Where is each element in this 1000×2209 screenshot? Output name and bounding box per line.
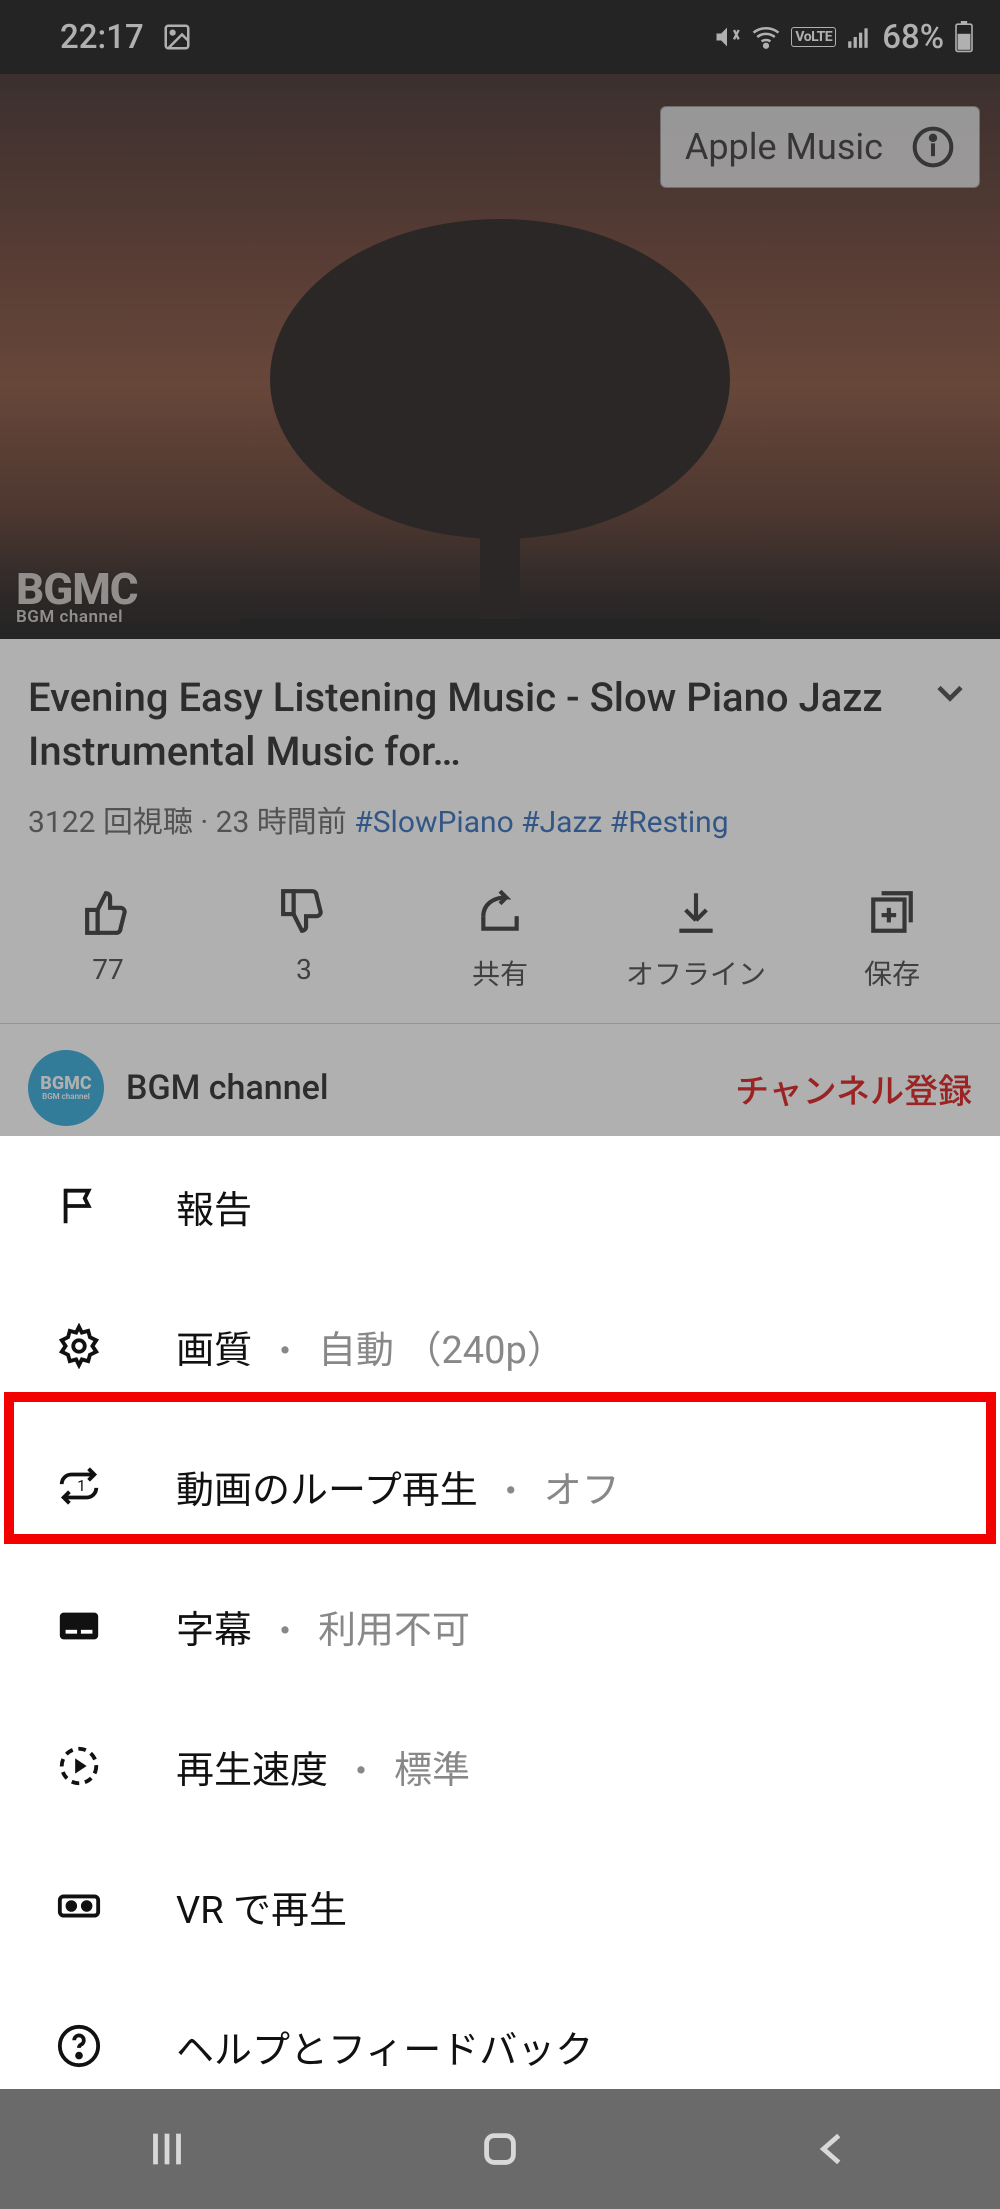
menu-loop[interactable]: 1 動画のループ再生・オフ <box>0 1416 1000 1556</box>
status-bar: 22:17 VoLTE 68% <box>0 0 1000 74</box>
player-options-sheet: 報告 画質・自動 （240p） 1 動画のループ再生・オフ 字幕・利用不可 再生… <box>0 1136 1000 2116</box>
video-player[interactable]: BGMC BGM channel Apple Music <box>0 74 1000 639</box>
subscribe-button[interactable]: チャンネル登録 <box>735 1064 972 1113</box>
nav-home-icon[interactable] <box>477 2126 523 2172</box>
picture-icon <box>162 22 192 52</box>
menu-report[interactable]: 報告 <box>0 1136 1000 1276</box>
nav-recent-icon[interactable] <box>144 2126 190 2172</box>
svg-text:1: 1 <box>77 1477 86 1495</box>
expand-description-button[interactable] <box>928 671 972 719</box>
battery-percent: 68% <box>882 18 944 57</box>
gear-icon <box>56 1323 102 1369</box>
mute-icon <box>713 23 741 51</box>
save-button[interactable]: 保存 <box>817 887 967 993</box>
video-info-block: Evening Easy Listening Music - Slow Pian… <box>0 639 1000 851</box>
channel-avatar[interactable]: BGMC BGM channel <box>28 1050 104 1126</box>
channel-row[interactable]: BGMC BGM channel BGM channel チャンネル登録 <box>0 1024 1000 1126</box>
menu-quality[interactable]: 画質・自動 （240p） <box>0 1276 1000 1416</box>
captions-icon <box>56 1603 102 1649</box>
volte-icon: VoLTE <box>791 27 836 47</box>
wifi-icon <box>751 22 781 52</box>
tree-silhouette <box>240 209 760 639</box>
share-button[interactable]: 共有 <box>425 887 575 993</box>
video-watermark: BGMC BGM channel <box>16 570 138 625</box>
dislike-button[interactable]: 3 <box>229 887 379 993</box>
status-time: 22:17 <box>60 18 144 57</box>
nav-back-icon[interactable] <box>810 2126 856 2172</box>
playback-speed-icon <box>56 1743 102 1789</box>
like-button[interactable]: 77 <box>33 887 183 993</box>
hashtag[interactable]: #Resting <box>610 805 729 840</box>
menu-speed[interactable]: 再生速度・標準 <box>0 1696 1000 1836</box>
flag-icon <box>56 1183 102 1229</box>
battery-icon <box>954 21 974 53</box>
menu-captions[interactable]: 字幕・利用不可 <box>0 1556 1000 1696</box>
hashtag[interactable]: #Jazz <box>521 805 602 840</box>
info-icon <box>911 125 955 169</box>
menu-vr[interactable]: VR で再生 <box>0 1836 1000 1976</box>
apple-music-badge[interactable]: Apple Music <box>660 106 980 188</box>
signal-icon <box>846 24 872 50</box>
action-bar: 77 3 共有 オフライン 保存 <box>0 851 1000 1024</box>
android-nav-bar <box>0 2089 1000 2209</box>
loop-icon: 1 <box>56 1463 102 1509</box>
vr-icon <box>56 1883 102 1929</box>
video-meta: 3122 回視聴 · 23 時間前 #SlowPiano #Jazz #Rest… <box>28 797 972 841</box>
hashtag[interactable]: #SlowPiano <box>354 805 513 840</box>
download-button[interactable]: オフライン <box>621 887 771 993</box>
channel-name[interactable]: BGM channel <box>126 1068 713 1108</box>
help-icon <box>56 2023 102 2069</box>
video-title[interactable]: Evening Easy Listening Music - Slow Pian… <box>28 671 908 779</box>
apple-music-label: Apple Music <box>685 126 883 168</box>
